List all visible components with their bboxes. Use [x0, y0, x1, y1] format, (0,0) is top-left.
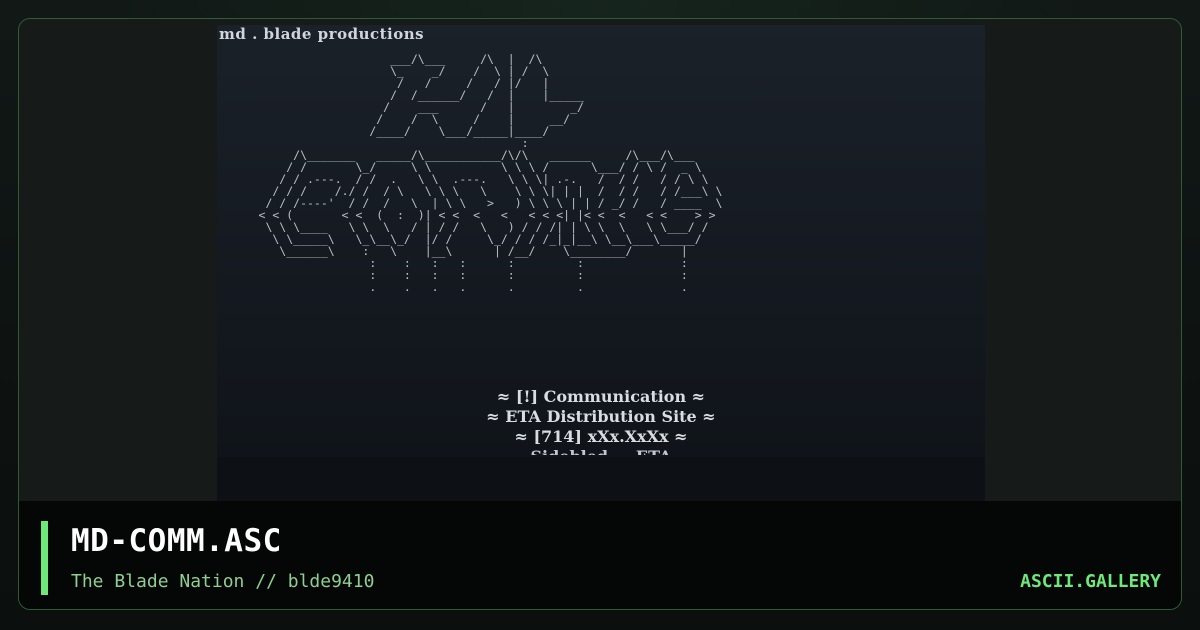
preview-card: md . blade productions ___/\___ /\ | /\ …	[18, 18, 1182, 610]
card-footer: MD-COMM.ASC The Blade Nation // blde9410…	[19, 501, 1181, 609]
artwork-subtitle: The Blade Nation // blde9410	[71, 571, 375, 592]
ascii-screen: md . blade productions ___/\___ /\ | /\ …	[217, 25, 985, 501]
info-line-distribution: ≈ ETA Distribution Site ≈	[486, 407, 716, 426]
info-line-cutoff: Sidebled ... ETA	[217, 447, 985, 455]
info-lines: ≈ [!] Communication ≈ ≈ ETA Distribution…	[217, 387, 985, 455]
artwork-title: MD-COMM.ASC	[71, 523, 282, 559]
info-line-communication: ≈ [!] Communication ≈	[496, 387, 706, 406]
site-link[interactable]: ASCII.GALLERY	[1020, 571, 1161, 592]
screen-header: md . blade productions	[219, 25, 425, 43]
ascii-art: ___/\___ /\ | /\ \_ _/ / \ | / \ / / / /…	[217, 53, 985, 293]
screen-bottom-band	[217, 457, 985, 501]
accent-bar	[41, 521, 48, 595]
ascii-art-line: . . . . . . .	[217, 280, 688, 294]
info-line-node: ≈ [714] xXx.XxXx ≈	[514, 427, 688, 446]
